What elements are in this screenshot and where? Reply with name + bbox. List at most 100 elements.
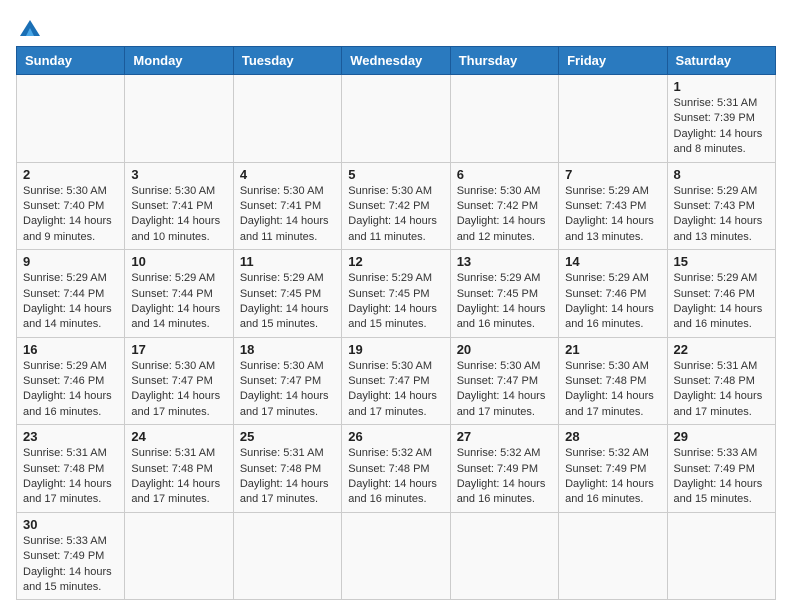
calendar-cell — [342, 75, 450, 163]
calendar-week-1: 1 Sunrise: 5:31 AM Sunset: 7:39 PM Daylig… — [17, 75, 776, 163]
calendar-cell — [125, 75, 233, 163]
calendar-cell: 3Sunrise: 5:30 AM Sunset: 7:41 PM Daylig… — [125, 162, 233, 250]
calendar-cell: 15 Sunrise: 5:29 AM Sunset: 7:46 PM Dayli… — [667, 250, 775, 338]
day-number: 9 — [23, 254, 118, 269]
calendar-cell: 8 Sunrise: 5:29 AM Sunset: 7:43 PM Daylig… — [667, 162, 775, 250]
day-number: 25 — [240, 429, 335, 444]
day-number: 13 — [457, 254, 552, 269]
calendar-cell: 4Sunrise: 5:30 AM Sunset: 7:41 PM Daylig… — [233, 162, 341, 250]
calendar-cell: 20 Sunrise: 5:30 AM Sunset: 7:47 PM Dayli… — [450, 337, 558, 425]
day-info: Sunrise: 5:30 AM Sunset: 7:42 PM Dayligh… — [348, 184, 443, 246]
day-number: 2 — [23, 167, 118, 182]
calendar-cell: 13 Sunrise: 5:29 AM Sunset: 7:45 PM Dayli… — [450, 250, 558, 338]
day-info: Sunrise: 5:29 AM Sunset: 7:46 PM Dayligh… — [674, 271, 769, 333]
calendar-week-6: 30Sunrise: 5:33 AM Sunset: 7:49 PM Dayli… — [17, 512, 776, 600]
calendar-cell: 21Sunrise: 5:30 AM Sunset: 7:48 PM Dayli… — [559, 337, 667, 425]
day-info: Sunrise: 5:29 AM Sunset: 7:46 PM Dayligh… — [23, 359, 118, 421]
day-number: 28 — [565, 429, 660, 444]
day-number: 10 — [131, 254, 226, 269]
calendar-header-thursday: Thursday — [450, 47, 558, 75]
calendar-cell — [17, 75, 125, 163]
day-info: Sunrise: 5:32 AM Sunset: 7:49 PM Dayligh… — [457, 446, 552, 508]
day-number: 29 — [674, 429, 769, 444]
calendar-cell: 2 Sunrise: 5:30 AM Sunset: 7:40 PM Daylig… — [17, 162, 125, 250]
day-info: Sunrise: 5:33 AM Sunset: 7:49 PM Dayligh… — [674, 446, 769, 508]
day-info: Sunrise: 5:29 AM Sunset: 7:46 PM Dayligh… — [565, 271, 660, 333]
logo — [16, 16, 42, 34]
calendar-cell — [342, 512, 450, 600]
calendar-cell: 27Sunrise: 5:32 AM Sunset: 7:49 PM Dayli… — [450, 425, 558, 513]
calendar-cell: 26 Sunrise: 5:32 AM Sunset: 7:48 PM Dayli… — [342, 425, 450, 513]
day-info: Sunrise: 5:30 AM Sunset: 7:47 PM Dayligh… — [240, 359, 335, 421]
calendar-cell: 6 Sunrise: 5:30 AM Sunset: 7:42 PM Daylig… — [450, 162, 558, 250]
day-number: 24 — [131, 429, 226, 444]
day-number: 11 — [240, 254, 335, 269]
calendar-header-monday: Monday — [125, 47, 233, 75]
day-number: 15 — [674, 254, 769, 269]
day-info: Sunrise: 5:30 AM Sunset: 7:41 PM Dayligh… — [131, 184, 226, 246]
calendar-cell: 17Sunrise: 5:30 AM Sunset: 7:47 PM Dayli… — [125, 337, 233, 425]
calendar-cell: 12Sunrise: 5:29 AM Sunset: 7:45 PM Dayli… — [342, 250, 450, 338]
calendar-header-wednesday: Wednesday — [342, 47, 450, 75]
calendar-cell: 11 Sunrise: 5:29 AM Sunset: 7:45 PM Dayli… — [233, 250, 341, 338]
day-number: 26 — [348, 429, 443, 444]
day-number: 6 — [457, 167, 552, 182]
calendar-cell: 23 Sunrise: 5:31 AM Sunset: 7:48 PM Dayli… — [17, 425, 125, 513]
calendar-cell: 10 Sunrise: 5:29 AM Sunset: 7:44 PM Dayli… — [125, 250, 233, 338]
calendar-cell: 5Sunrise: 5:30 AM Sunset: 7:42 PM Daylig… — [342, 162, 450, 250]
calendar-cell — [559, 75, 667, 163]
day-info: Sunrise: 5:30 AM Sunset: 7:40 PM Dayligh… — [23, 184, 118, 246]
calendar-cell — [559, 512, 667, 600]
day-info: Sunrise: 5:30 AM Sunset: 7:47 PM Dayligh… — [457, 359, 552, 421]
calendar-cell — [667, 512, 775, 600]
calendar-cell — [125, 512, 233, 600]
calendar-cell — [233, 75, 341, 163]
calendar-week-3: 9 Sunrise: 5:29 AM Sunset: 7:44 PM Daylig… — [17, 250, 776, 338]
day-info: Sunrise: 5:30 AM Sunset: 7:47 PM Dayligh… — [348, 359, 443, 421]
day-info: Sunrise: 5:31 AM Sunset: 7:48 PM Dayligh… — [674, 359, 769, 421]
day-number: 7 — [565, 167, 660, 182]
day-number: 17 — [131, 342, 226, 357]
header — [16, 16, 776, 34]
calendar-header-friday: Friday — [559, 47, 667, 75]
calendar-header-row: SundayMondayTuesdayWednesdayThursdayFrid… — [17, 47, 776, 75]
calendar-cell: 1 Sunrise: 5:31 AM Sunset: 7:39 PM Daylig… — [667, 75, 775, 163]
day-number: 1 — [674, 79, 769, 94]
day-number: 16 — [23, 342, 118, 357]
calendar-cell — [450, 512, 558, 600]
day-info: Sunrise: 5:30 AM Sunset: 7:42 PM Dayligh… — [457, 184, 552, 246]
calendar-cell: 24Sunrise: 5:31 AM Sunset: 7:48 PM Dayli… — [125, 425, 233, 513]
calendar-cell: 30Sunrise: 5:33 AM Sunset: 7:49 PM Dayli… — [17, 512, 125, 600]
day-info: Sunrise: 5:29 AM Sunset: 7:44 PM Dayligh… — [131, 271, 226, 333]
day-info: Sunrise: 5:29 AM Sunset: 7:43 PM Dayligh… — [674, 184, 769, 246]
calendar-cell: 29 Sunrise: 5:33 AM Sunset: 7:49 PM Dayli… — [667, 425, 775, 513]
day-info: Sunrise: 5:29 AM Sunset: 7:44 PM Dayligh… — [23, 271, 118, 333]
calendar-header-sunday: Sunday — [17, 47, 125, 75]
day-number: 23 — [23, 429, 118, 444]
calendar-cell: 9 Sunrise: 5:29 AM Sunset: 7:44 PM Daylig… — [17, 250, 125, 338]
calendar-cell: 19 Sunrise: 5:30 AM Sunset: 7:47 PM Dayli… — [342, 337, 450, 425]
day-number: 18 — [240, 342, 335, 357]
calendar-cell: 18 Sunrise: 5:30 AM Sunset: 7:47 PM Dayli… — [233, 337, 341, 425]
calendar: SundayMondayTuesdayWednesdayThursdayFrid… — [16, 46, 776, 600]
day-number: 4 — [240, 167, 335, 182]
calendar-cell — [450, 75, 558, 163]
day-number: 21 — [565, 342, 660, 357]
calendar-cell — [233, 512, 341, 600]
calendar-cell: 28Sunrise: 5:32 AM Sunset: 7:49 PM Dayli… — [559, 425, 667, 513]
day-info: Sunrise: 5:29 AM Sunset: 7:45 PM Dayligh… — [240, 271, 335, 333]
calendar-week-5: 23 Sunrise: 5:31 AM Sunset: 7:48 PM Dayli… — [17, 425, 776, 513]
day-info: Sunrise: 5:32 AM Sunset: 7:48 PM Dayligh… — [348, 446, 443, 508]
day-number: 19 — [348, 342, 443, 357]
day-info: Sunrise: 5:29 AM Sunset: 7:45 PM Dayligh… — [457, 271, 552, 333]
day-info: Sunrise: 5:31 AM Sunset: 7:48 PM Dayligh… — [23, 446, 118, 508]
calendar-cell: 14Sunrise: 5:29 AM Sunset: 7:46 PM Dayli… — [559, 250, 667, 338]
day-number: 20 — [457, 342, 552, 357]
calendar-cell: 22Sunrise: 5:31 AM Sunset: 7:48 PM Dayli… — [667, 337, 775, 425]
day-info: Sunrise: 5:31 AM Sunset: 7:48 PM Dayligh… — [240, 446, 335, 508]
day-info: Sunrise: 5:33 AM Sunset: 7:49 PM Dayligh… — [23, 534, 118, 596]
calendar-cell: 25 Sunrise: 5:31 AM Sunset: 7:48 PM Dayli… — [233, 425, 341, 513]
day-number: 8 — [674, 167, 769, 182]
day-info: Sunrise: 5:31 AM Sunset: 7:39 PM Dayligh… — [674, 96, 769, 158]
calendar-week-4: 16 Sunrise: 5:29 AM Sunset: 7:46 PM Dayli… — [17, 337, 776, 425]
